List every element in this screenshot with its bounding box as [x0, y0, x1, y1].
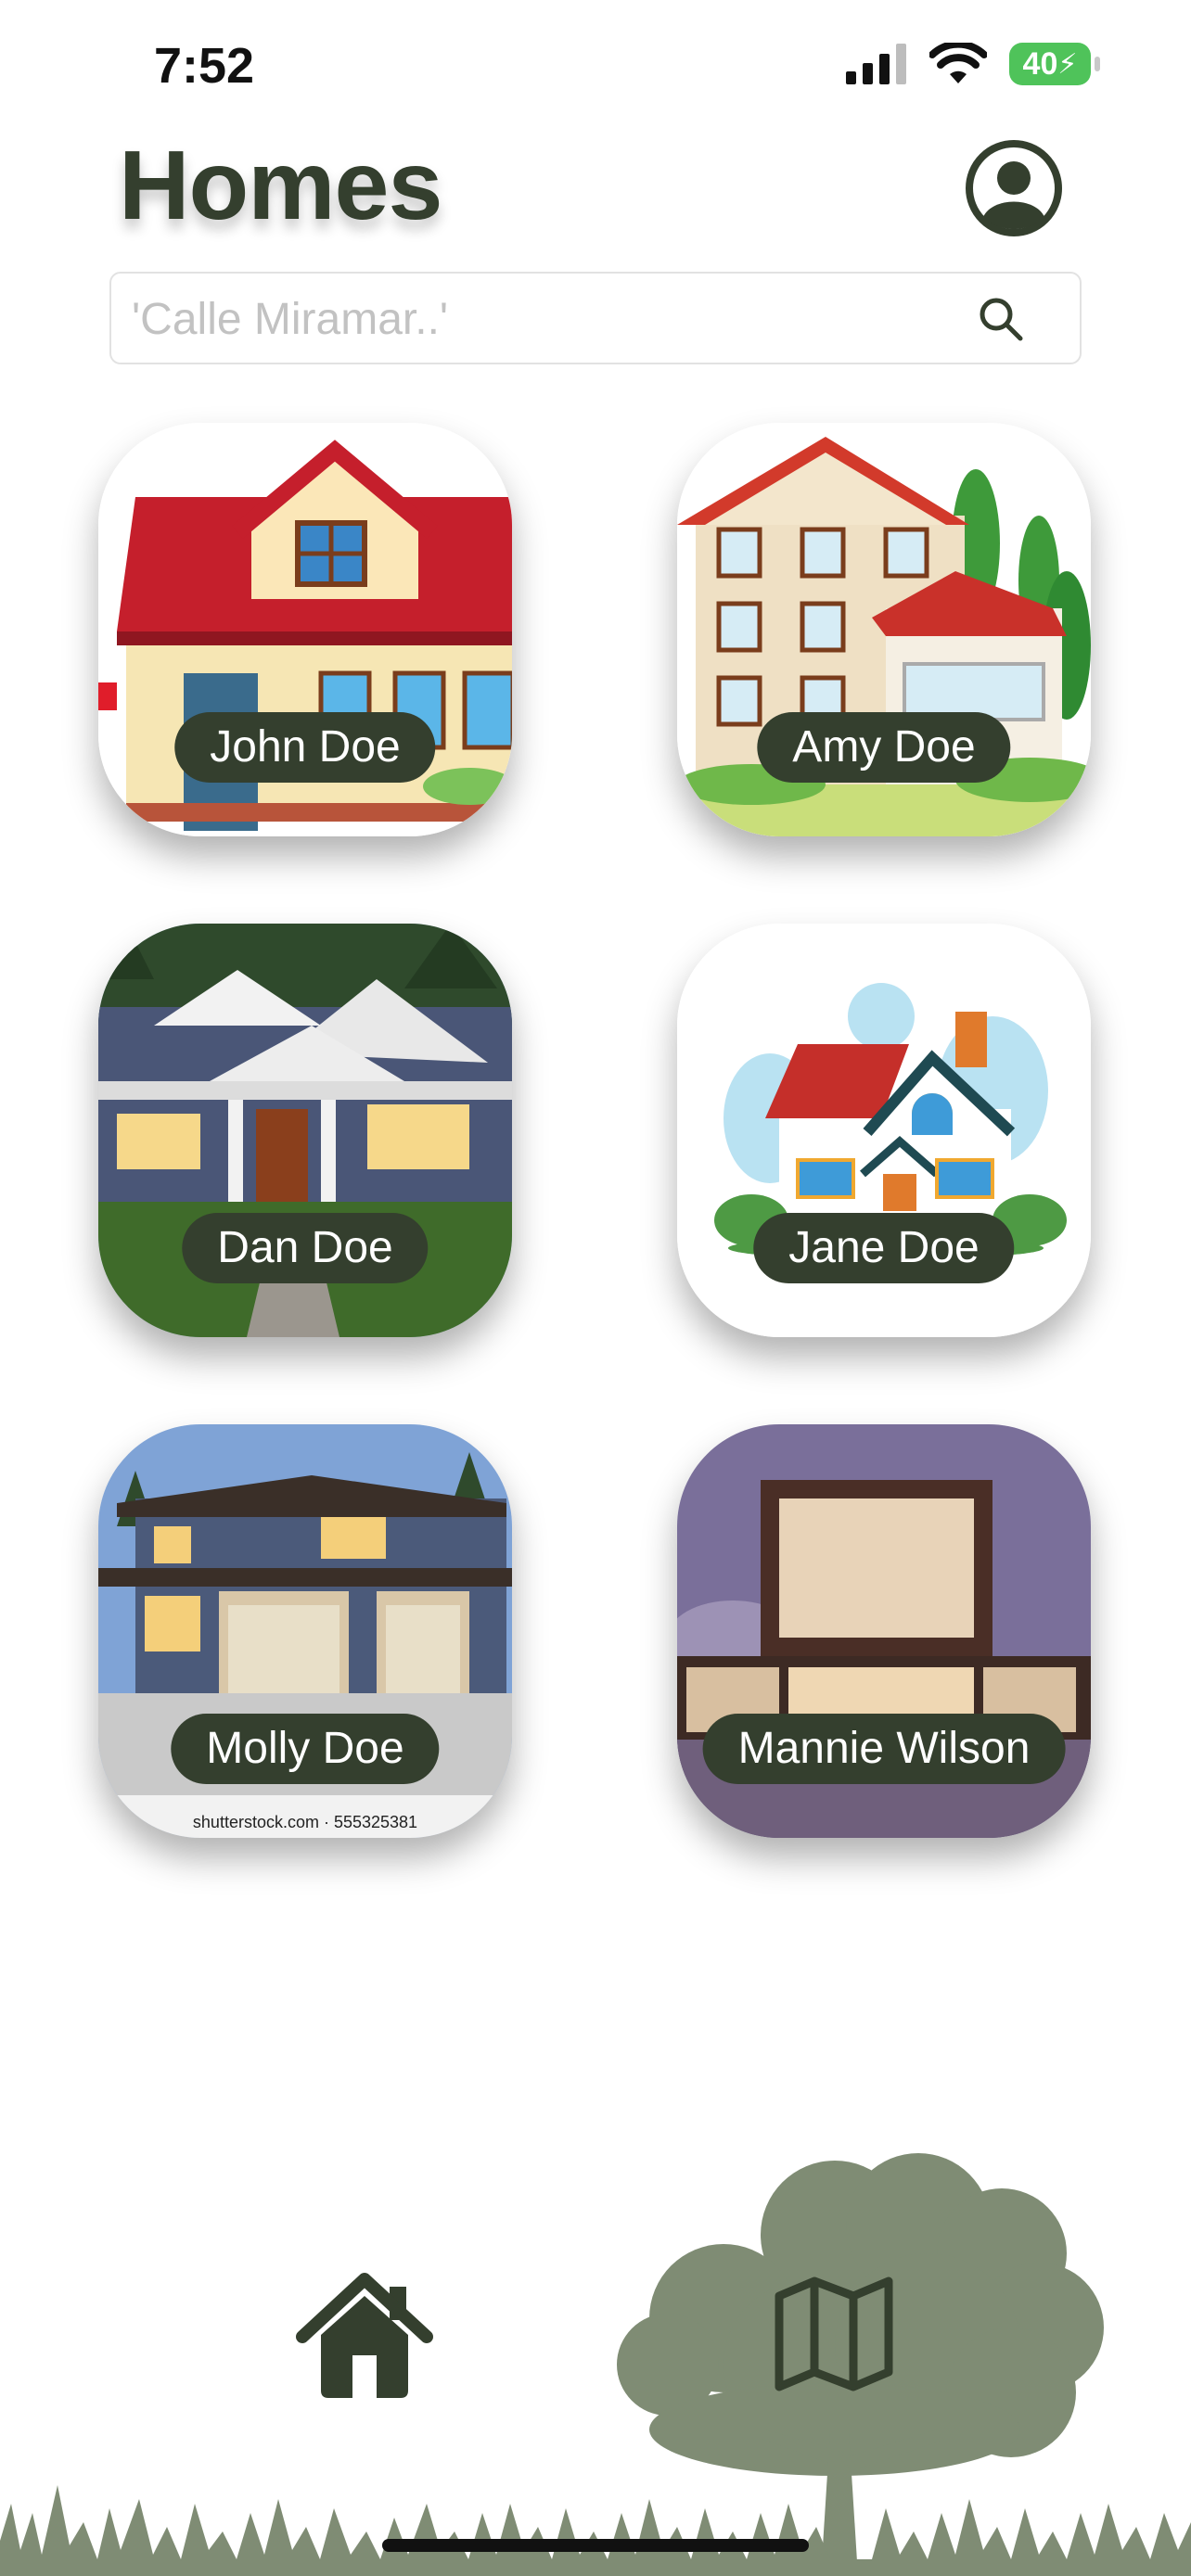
home-tab-icon[interactable]	[295, 2270, 434, 2400]
search-input[interactable]	[130, 274, 968, 364]
status-time: 7:52	[154, 38, 255, 94]
home-name-label: Amy Doe	[757, 712, 1011, 783]
tree-and-grass-illustration	[0, 2153, 1191, 2576]
battery-level: 40	[1022, 45, 1058, 82]
home-card-molly-doe[interactable]: Molly Doe shutterstock.com · 555325381	[98, 1424, 512, 1838]
image-watermark: shutterstock.com · 555325381	[192, 1813, 418, 1831]
cellular-signal-icon	[846, 44, 906, 84]
home-name-label: Molly Doe	[171, 1714, 440, 1784]
page-title: Homes	[119, 131, 442, 240]
home-name-label: Jane Doe	[753, 1213, 1015, 1283]
home-card-john-doe[interactable]: John Doe	[98, 423, 512, 836]
home-name-label: Mannie Wilson	[702, 1714, 1066, 1784]
home-card-amy-doe[interactable]: Amy Doe	[677, 423, 1091, 836]
search-icon[interactable]	[978, 296, 1024, 342]
map-tab-icon[interactable]	[774, 2274, 894, 2394]
search-bar	[109, 272, 1082, 364]
home-card-jane-doe[interactable]: Jane Doe	[677, 924, 1091, 1337]
status-icons: 40 ⚡	[846, 43, 1100, 85]
wifi-icon	[929, 43, 987, 83]
profile-button[interactable]	[965, 139, 1063, 237]
battery-icon: 40 ⚡	[1009, 43, 1100, 85]
home-name-label: John Doe	[174, 712, 436, 783]
home-card-dan-doe[interactable]: Dan Doe	[98, 924, 512, 1337]
home-name-label: Dan Doe	[182, 1213, 429, 1283]
home-indicator[interactable]	[382, 2539, 809, 2552]
home-card-mannie-wilson[interactable]: Mannie Wilson	[677, 1424, 1091, 1838]
